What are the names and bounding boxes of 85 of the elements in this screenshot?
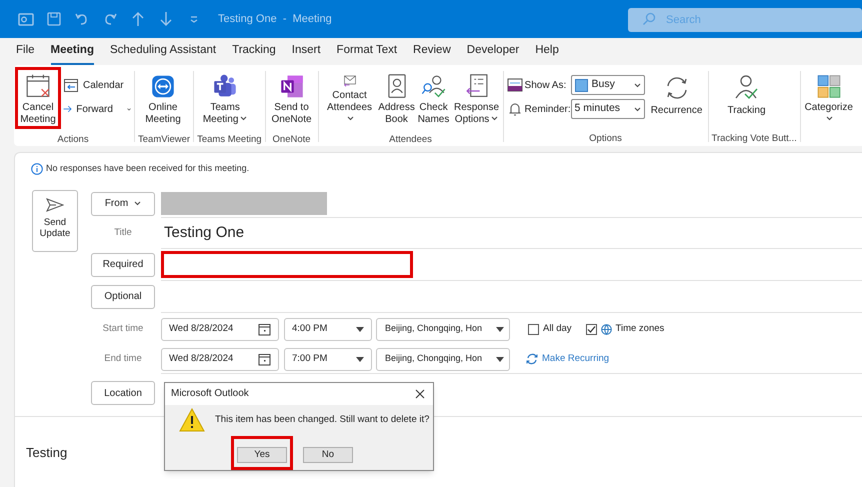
field-label: End time xyxy=(103,352,143,366)
chevron-down-icon xyxy=(134,201,142,206)
window-title: Testing One - Meeting xyxy=(218,12,332,27)
title-value: Testing One xyxy=(164,222,244,243)
optional-button[interactable]: Optional xyxy=(91,284,155,308)
send-icon xyxy=(46,197,64,213)
up-arrow-icon xyxy=(130,11,146,27)
close-icon xyxy=(415,388,425,399)
checkbox-label: All day xyxy=(543,322,572,336)
field-label: Show As: xyxy=(524,78,568,92)
ribbon-button[interactable]: Forward xyxy=(63,99,131,119)
dropdown-triangle-icon xyxy=(496,356,504,362)
ribbon-tab[interactable]: Developer xyxy=(466,42,520,65)
required-button[interactable]: Required xyxy=(91,252,155,276)
location-button[interactable]: Location xyxy=(91,381,155,405)
timezone-dropdown[interactable]: Beijing, Chongqing, Hon xyxy=(376,318,510,340)
from-button[interactable]: From xyxy=(91,192,155,216)
no-button[interactable]: No xyxy=(303,447,353,463)
calendar-icon xyxy=(63,77,79,93)
busy-swatch-icon xyxy=(574,78,588,92)
ribbon-button[interactable]: Categorize xyxy=(804,67,854,129)
dialog-title: Microsoft Outlook xyxy=(171,387,250,402)
dialog-message: This item has been changed. Still want to delete it? xyxy=(215,413,430,428)
ribbon-tab[interactable]: Insert xyxy=(292,42,321,65)
down-arrow-icon xyxy=(158,11,174,27)
body-text: Testing xyxy=(26,444,68,462)
ribbon-button[interactable]: Cancel Meeting xyxy=(15,67,61,129)
group-label: Actions xyxy=(56,133,90,146)
ribbon-button[interactable]: Send to OneNote xyxy=(268,67,315,129)
dropdown[interactable]: 5 minutes xyxy=(570,99,645,119)
field-label: Reminder: xyxy=(524,102,569,116)
dropdown-triangle-icon xyxy=(356,326,364,332)
ribbon-button[interactable]: Recurrence xyxy=(648,67,705,128)
globe-icon xyxy=(600,324,612,334)
save-icon xyxy=(46,11,62,27)
bell-icon xyxy=(506,101,523,117)
group-label: Options xyxy=(588,132,623,146)
ribbon-tab[interactable]: Scheduling Assistant xyxy=(110,42,216,65)
close-button[interactable] xyxy=(413,386,427,401)
timezone-dropdown[interactable]: Beijing, Chongqing, Hon xyxy=(376,348,510,370)
info-message: No responses have been received for this meeting. xyxy=(46,162,250,176)
field-label: Start time xyxy=(102,322,144,336)
ribbon-button[interactable]: Address Book xyxy=(380,67,414,129)
dropdown-triangle-icon xyxy=(496,326,504,332)
time-dropdown[interactable]: 4:00 PM xyxy=(284,318,372,340)
chevron-down-icon xyxy=(634,82,641,88)
calendar-icon xyxy=(258,322,271,336)
ribbon-button[interactable]: Check Names xyxy=(416,67,452,129)
send-update-button[interactable]: Send Update xyxy=(32,190,78,252)
ribbon-tab[interactable]: Review xyxy=(413,42,451,65)
group-label: TeamViewer xyxy=(138,133,190,146)
time-dropdown[interactable]: 7:00 PM xyxy=(284,348,372,370)
ribbon-button[interactable]: Tracking xyxy=(712,67,782,128)
date-field[interactable]: Wed 8/28/2024 xyxy=(161,318,279,340)
ribbon-tab[interactable]: Format Text xyxy=(336,42,398,65)
ribbon-tab[interactable]: Help xyxy=(535,42,559,65)
ribbon-button[interactable]: Teams Meeting xyxy=(197,67,254,129)
make-recurring-link[interactable]: Make Recurring xyxy=(526,352,610,366)
warning-icon xyxy=(179,408,205,432)
refresh-icon xyxy=(526,353,538,365)
group-label: Teams Meeting xyxy=(197,133,262,146)
group-label: Tracking Vote Butt... xyxy=(712,132,797,146)
dropdown-triangle-icon xyxy=(356,356,364,362)
required-field[interactable] xyxy=(161,251,413,278)
checkbox[interactable] xyxy=(528,324,539,334)
info-icon xyxy=(31,163,43,175)
date-field[interactable]: Wed 8/28/2024 xyxy=(161,348,279,370)
group-label: OneNote xyxy=(272,133,312,146)
chevron-down-icon xyxy=(634,106,641,112)
ribbon-button[interactable]: Contact Attendees xyxy=(322,67,378,129)
search-field[interactable]: Search xyxy=(628,8,862,32)
ribbon-tab[interactable]: Tracking xyxy=(232,42,276,65)
checkbox[interactable] xyxy=(586,324,597,334)
calendar-icon xyxy=(258,352,271,366)
search-icon xyxy=(642,12,656,26)
dropdown[interactable]: Busy xyxy=(570,75,645,95)
yes-button[interactable]: Yes xyxy=(237,447,287,463)
checkmark-icon xyxy=(586,324,596,334)
ribbon-button[interactable]: Response Options xyxy=(454,67,500,129)
field-label: Title xyxy=(113,226,133,240)
group-label: Attendees xyxy=(388,133,433,146)
ribbon-tab[interactable]: File xyxy=(16,42,35,65)
ribbon-button[interactable]: Online Meeting xyxy=(138,67,188,129)
ribbon-button[interactable]: Calendar xyxy=(63,75,131,95)
checkbox-label: Time zones xyxy=(616,322,664,336)
